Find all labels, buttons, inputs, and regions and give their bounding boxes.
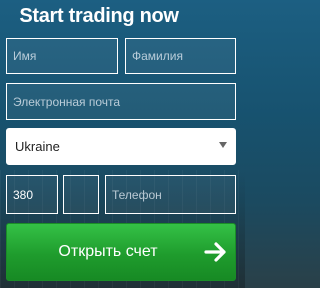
first-name-input[interactable]: [13, 49, 117, 63]
phone-area-input[interactable]: [70, 187, 98, 202]
country-select[interactable]: Ukraine: [6, 128, 236, 165]
first-name-field[interactable]: [6, 38, 118, 74]
phone-code-field[interactable]: [6, 175, 58, 214]
last-name-field[interactable]: [125, 38, 236, 74]
email-field[interactable]: [6, 83, 236, 120]
phone-area-field[interactable]: [63, 175, 99, 214]
phone-number-field[interactable]: [105, 175, 236, 214]
phone-number-input[interactable]: [112, 187, 235, 202]
chevron-down-icon: [219, 142, 227, 148]
open-account-button-label: Открыть счет: [58, 243, 158, 260]
email-input[interactable]: [13, 94, 235, 109]
arrow-right-icon: [204, 242, 226, 262]
open-account-button[interactable]: Открыть счет: [6, 223, 236, 281]
form-title: Start trading now: [19, 5, 179, 27]
last-name-input[interactable]: [132, 49, 235, 63]
phone-code-input[interactable]: [13, 187, 57, 202]
country-selected-value: Ukraine: [15, 139, 60, 154]
